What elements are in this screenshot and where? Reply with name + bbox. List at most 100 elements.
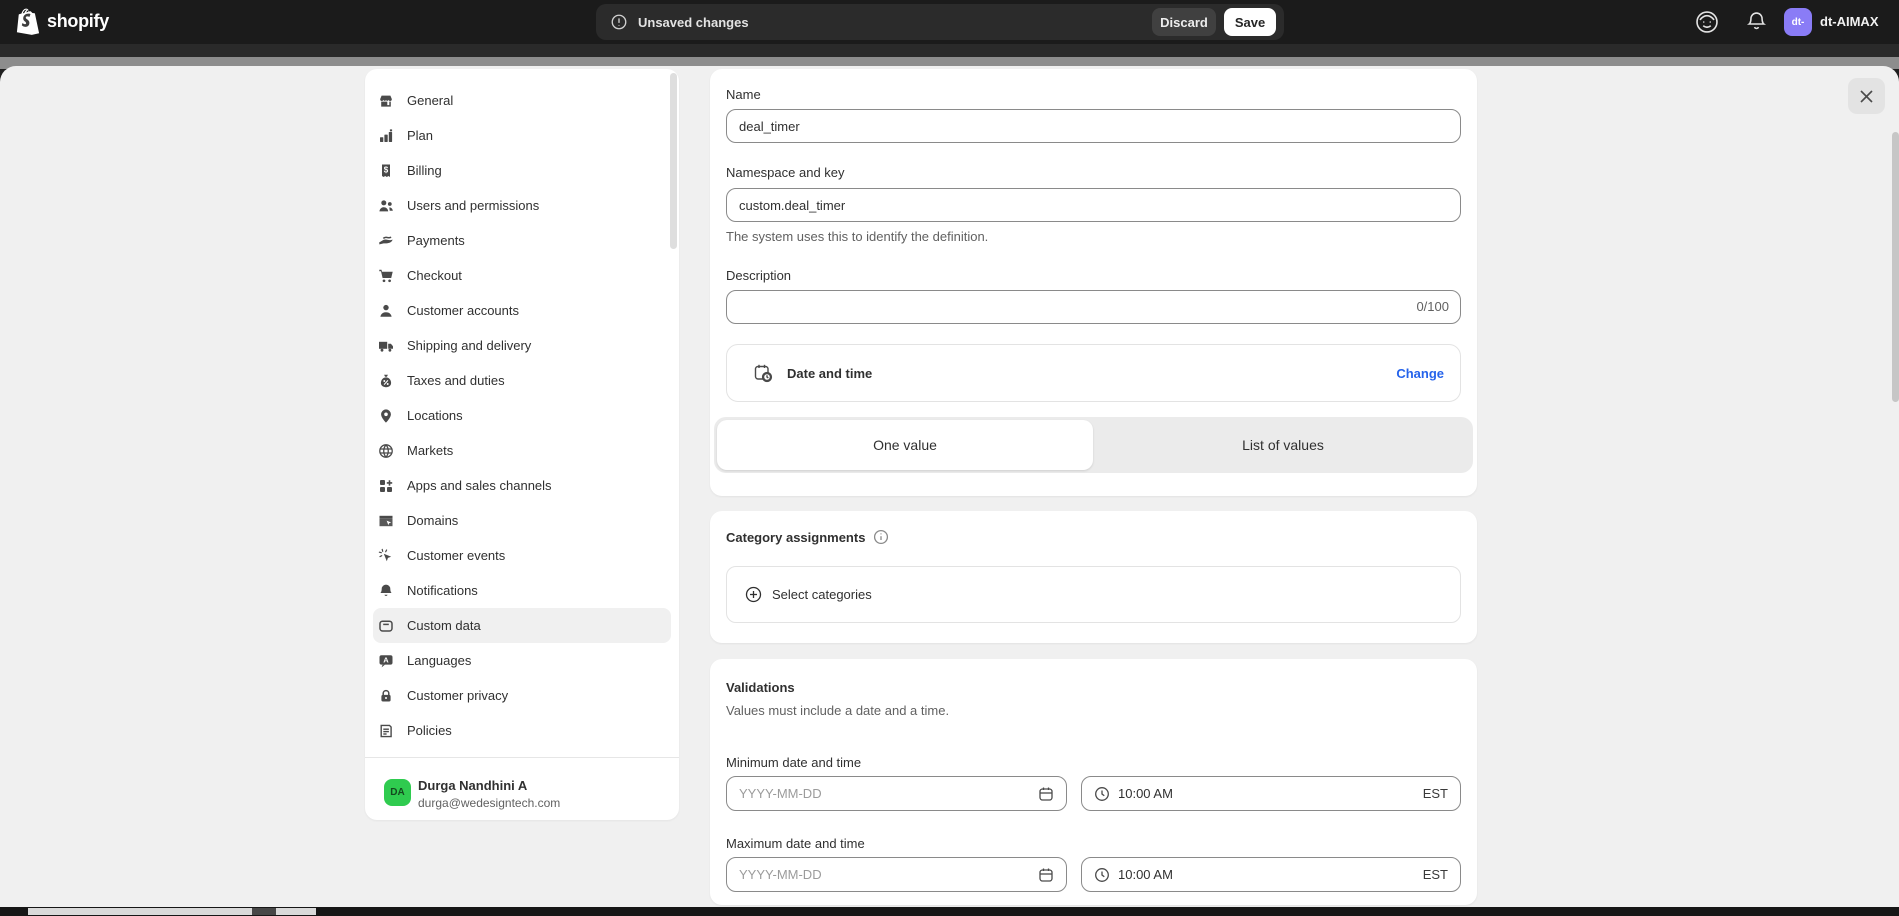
sidebar-item-users-and-permissions[interactable]: Users and permissions (373, 188, 671, 223)
maximum-date-input[interactable]: YYYY-MM-DD (726, 857, 1067, 892)
sidebar-item-label: Taxes and duties (407, 373, 505, 388)
page-scrollbar-thumb[interactable] (1892, 132, 1899, 402)
sidebar-item-locations[interactable]: Locations (373, 398, 671, 433)
category-title-row: Category assignments (726, 529, 889, 545)
shopify-logo[interactable]: shopify (16, 8, 109, 35)
store-icon (377, 92, 395, 110)
store-name[interactable]: dt-AIMAX (1820, 14, 1879, 29)
user-avatar: DA (384, 779, 411, 806)
customer-events-icon (377, 547, 395, 565)
horizontal-scrollbar-track[interactable] (28, 908, 316, 915)
policies-icon (377, 722, 395, 740)
minimum-date-input[interactable]: YYYY-MM-DD (726, 776, 1067, 811)
shopify-wordmark: shopify (47, 11, 109, 32)
calendar-icon (1038, 867, 1054, 883)
notifications-icon (377, 582, 395, 600)
definition-card: Name Namespace and key The system uses t… (710, 69, 1477, 496)
namespace-help: The system uses this to identify the def… (726, 229, 988, 244)
sidebar-item-apps-and-sales-channels[interactable]: Apps and sales channels (373, 468, 671, 503)
sidebar-item-checkout[interactable]: Checkout (373, 258, 671, 293)
sidebar-item-customer-privacy[interactable]: Customer privacy (373, 678, 671, 713)
horizontal-scrollbar-thumb[interactable] (252, 908, 276, 915)
category-title: Category assignments (726, 530, 865, 545)
domains-icon (377, 512, 395, 530)
taxes-icon (377, 372, 395, 390)
sidebar-item-billing[interactable]: $ Billing (373, 153, 671, 188)
unsaved-changes-text: Unsaved changes (638, 15, 1152, 30)
sidebar-item-custom-data[interactable]: Custom data (373, 608, 671, 643)
sidebar-item-languages[interactable]: A Languages (373, 643, 671, 678)
sidebar-item-label: Notifications (407, 583, 478, 598)
sidebar-scrollbar-thumb[interactable] (670, 73, 677, 249)
sidebar-item-general[interactable]: General (373, 83, 671, 118)
minimum-date-placeholder: YYYY-MM-DD (739, 786, 1038, 801)
sidebar-item-customer-events[interactable]: Customer events (373, 538, 671, 573)
minimum-timezone: EST (1423, 786, 1448, 801)
customer-accounts-icon (377, 302, 395, 320)
shipping-icon (377, 337, 395, 355)
sidebar-item-domains[interactable]: Domains (373, 503, 671, 538)
discard-button[interactable]: Discard (1152, 8, 1216, 36)
select-categories-label: Select categories (772, 587, 872, 602)
name-input[interactable] (726, 109, 1461, 143)
sidebar-item-payments[interactable]: Payments (373, 223, 671, 258)
minimum-time-input[interactable]: 10:00 AM EST (1081, 776, 1461, 811)
validations-subtitle: Values must include a date and a time. (726, 703, 949, 718)
sidebar-item-taxes-and-duties[interactable]: Taxes and duties (373, 363, 671, 398)
sidekick-icon[interactable] (1694, 9, 1720, 35)
value-mode-tabs: One value List of values (714, 417, 1473, 473)
sidebar-item-notifications[interactable]: Notifications (373, 573, 671, 608)
close-button[interactable] (1848, 78, 1885, 114)
namespace-input[interactable] (726, 188, 1461, 222)
category-card: Category assignments Select categories (710, 511, 1477, 643)
content-type-label: Date and time (787, 366, 1396, 381)
tab-list-of-values[interactable]: List of values (1093, 417, 1473, 473)
shopify-settings-screen: shopify Unsaved changes Discard Save dt-… (0, 0, 1899, 916)
sidebar-item-customer-accounts[interactable]: Customer accounts (373, 293, 671, 328)
sidebar-item-shipping-and-delivery[interactable]: Shipping and delivery (373, 328, 671, 363)
sidebar-item-label: Locations (407, 408, 463, 423)
description-input[interactable] (726, 290, 1461, 324)
sidebar-item-label: Customer events (407, 548, 505, 563)
apps-icon (377, 477, 395, 495)
svg-text:A: A (383, 655, 389, 664)
sidebar-item-label: Checkout (407, 268, 462, 283)
sidebar-item-plan[interactable]: Plan (373, 118, 671, 153)
tab-one-value[interactable]: One value (717, 420, 1093, 470)
user-email: durga@wedesigntech.com (418, 796, 560, 810)
name-label: Name (726, 87, 761, 102)
custom-data-icon (377, 617, 395, 635)
validations-card: Validations Values must include a date a… (710, 659, 1477, 905)
description-counter: 0/100 (1416, 299, 1449, 314)
maximum-time-input[interactable]: 10:00 AM EST (1081, 857, 1461, 892)
payments-icon (377, 232, 395, 250)
users-icon (377, 197, 395, 215)
change-type-link[interactable]: Change (1396, 366, 1444, 381)
sidebar-item-markets[interactable]: Markets (373, 433, 671, 468)
alert-circle-icon (610, 13, 628, 31)
sidebar-item-label: Policies (407, 723, 452, 738)
sidebar-item-label: Customer privacy (407, 688, 508, 703)
sidebar-item-policies[interactable]: Policies (373, 713, 671, 748)
store-avatar[interactable]: dt- (1784, 8, 1812, 36)
validations-title: Validations (726, 680, 795, 695)
user-name: Durga Nandhini A (418, 778, 527, 793)
sidebar-item-label: General (407, 93, 453, 108)
locations-icon (377, 407, 395, 425)
namespace-label: Namespace and key (726, 165, 845, 180)
sidebar-item-label: Customer accounts (407, 303, 519, 318)
plus-circle-icon (745, 586, 762, 603)
privacy-icon (377, 687, 395, 705)
top-bar: shopify Unsaved changes Discard Save dt-… (0, 0, 1899, 44)
sidebar-item-label: Payments (407, 233, 465, 248)
minimum-time-value: 10:00 AM (1118, 786, 1423, 801)
select-categories-button[interactable]: Select categories (726, 566, 1461, 623)
languages-icon: A (377, 652, 395, 670)
description-label: Description (726, 268, 791, 283)
save-button[interactable]: Save (1224, 8, 1276, 36)
bell-icon[interactable] (1745, 10, 1768, 33)
content-type-row: Date and time Change (726, 344, 1461, 402)
info-icon[interactable] (873, 529, 889, 545)
sidebar-item-label: Custom data (407, 618, 481, 633)
billing-icon: $ (377, 162, 395, 180)
